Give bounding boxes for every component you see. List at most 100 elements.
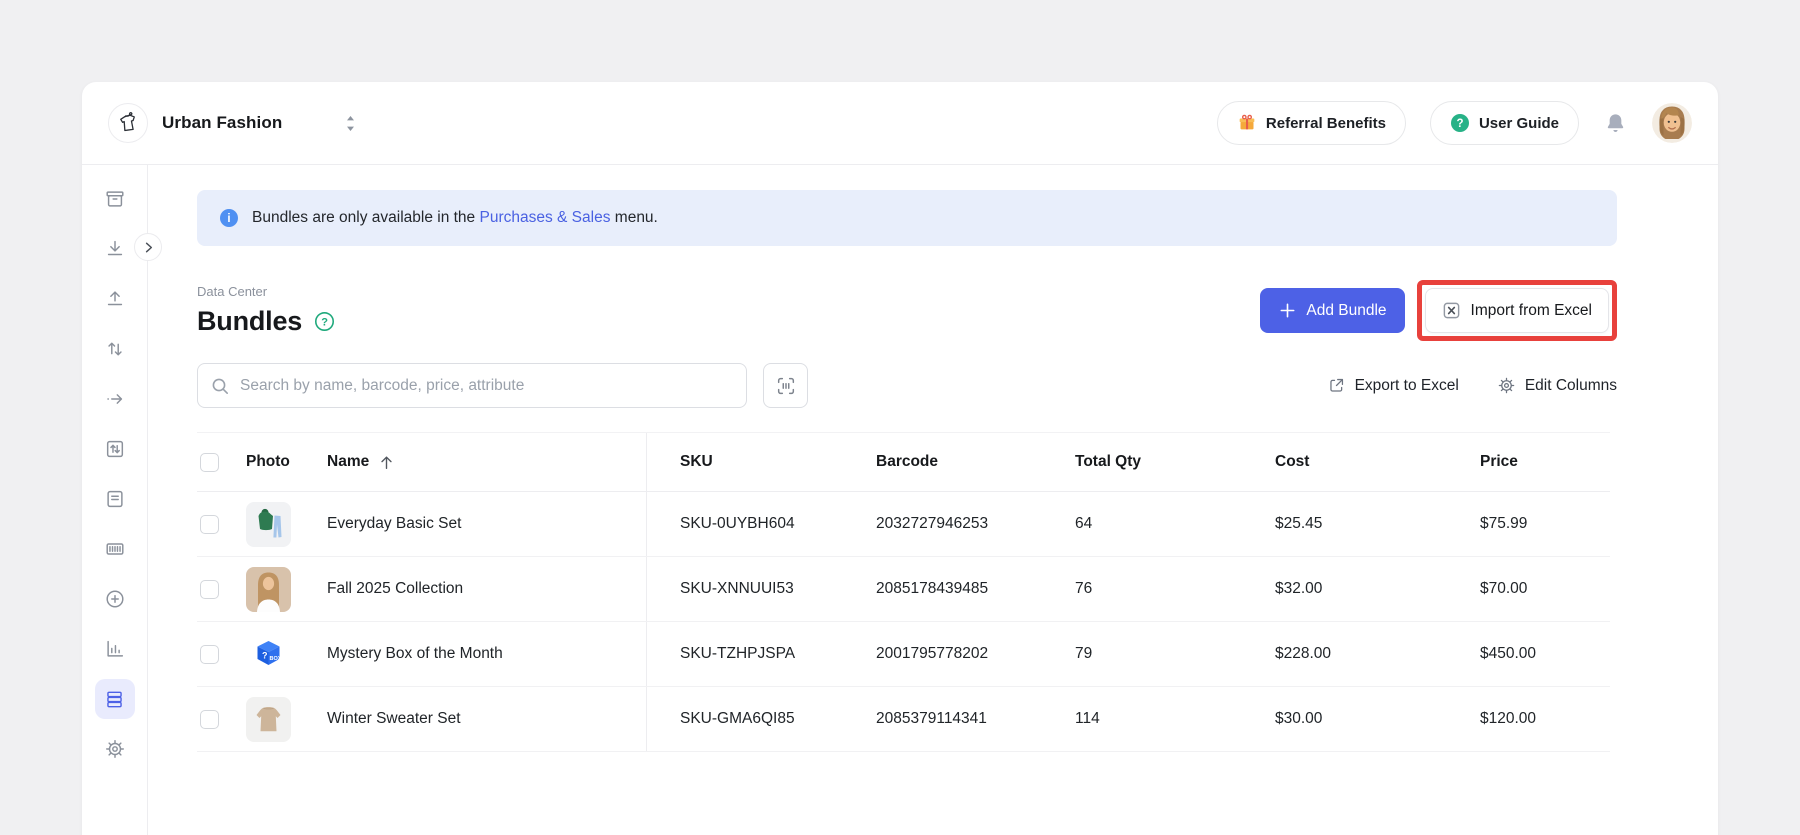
page-title: Bundles ? bbox=[197, 306, 335, 337]
question-circle-icon: ? bbox=[1450, 113, 1470, 133]
bundle-sku: SKU-XNNUUI53 bbox=[680, 580, 794, 598]
bundle-total-qty: 64 bbox=[1075, 515, 1092, 533]
bundle-cost: $32.00 bbox=[1275, 580, 1322, 598]
help-circle-icon[interactable]: ? bbox=[314, 311, 335, 332]
sidebar-item-plus-circle[interactable] bbox=[95, 579, 135, 619]
column-header-name[interactable]: Name bbox=[327, 433, 646, 491]
export-to-excel-button[interactable]: Export to Excel bbox=[1327, 376, 1459, 395]
column-header-total-qty[interactable]: Total Qty bbox=[1075, 433, 1275, 491]
bundle-barcode: 2085379114341 bbox=[876, 710, 987, 728]
sidebar-item-move-out[interactable] bbox=[95, 379, 135, 419]
table-tools: Export to Excel Edit Columns bbox=[1327, 376, 1617, 395]
edit-columns-label: Edit Columns bbox=[1525, 377, 1617, 395]
app-canvas: Urban Fashion Referral Benefits bbox=[0, 0, 1800, 835]
search-input[interactable] bbox=[197, 363, 747, 408]
green-hoodie-and-jeans-photo bbox=[246, 502, 291, 547]
info-banner: i Bundles are only available in the Purc… bbox=[197, 190, 1617, 246]
user-guide-button[interactable]: ? User Guide bbox=[1430, 101, 1579, 145]
svg-text:i: i bbox=[227, 213, 230, 225]
bundle-name: Mystery Box of the Month bbox=[327, 645, 503, 663]
select-all-checkbox[interactable] bbox=[200, 453, 219, 472]
search-icon bbox=[210, 376, 230, 396]
notifications-bell-icon[interactable] bbox=[1603, 111, 1628, 136]
bundle-sku: SKU-0UYBH604 bbox=[680, 515, 795, 533]
sidebar-expand-button[interactable] bbox=[134, 233, 162, 261]
add-bundle-label: Add Bundle bbox=[1306, 302, 1386, 320]
sidebar-item-sort-box[interactable] bbox=[95, 429, 135, 469]
export-icon bbox=[1327, 376, 1346, 395]
sort-ascending-icon bbox=[378, 454, 395, 471]
barcode-scan-button[interactable] bbox=[763, 363, 808, 408]
row-checkbox[interactable] bbox=[200, 645, 219, 664]
barcode-scan-icon bbox=[775, 375, 797, 397]
referral-benefits-label: Referral Benefits bbox=[1266, 115, 1386, 132]
up-down-selector-icon bbox=[344, 115, 357, 132]
bundle-barcode: 2001795778202 bbox=[876, 645, 988, 663]
blue-mystery-box-photo: ?BOX bbox=[246, 632, 291, 677]
store-name: Urban Fashion bbox=[162, 113, 282, 133]
column-header-cost[interactable]: Cost bbox=[1275, 433, 1480, 491]
banner-text: Bundles are only available in the Purcha… bbox=[252, 209, 658, 227]
plus-icon bbox=[1278, 301, 1297, 320]
bundle-price: $75.99 bbox=[1480, 515, 1527, 533]
sidebar-item-database[interactable] bbox=[95, 679, 135, 719]
store-logo[interactable] bbox=[108, 103, 148, 143]
svg-text:?: ? bbox=[321, 316, 328, 328]
excel-file-icon bbox=[1442, 301, 1461, 320]
database-icon bbox=[104, 689, 125, 710]
page-actions: Add Bundle Import from Excel bbox=[1260, 280, 1617, 341]
column-header-barcode[interactable]: Barcode bbox=[876, 433, 1075, 491]
sidebar-item-upload[interactable] bbox=[95, 279, 135, 319]
row-checkbox[interactable] bbox=[200, 580, 219, 599]
referral-benefits-button[interactable]: Referral Benefits bbox=[1217, 101, 1406, 145]
bundle-sku: SKU-TZHPJSPA bbox=[680, 645, 795, 663]
sidebar-item-package[interactable] bbox=[95, 179, 135, 219]
gear-icon bbox=[104, 738, 126, 760]
table-body: Everyday Basic Set SKU-0UYBH604 20327279… bbox=[197, 492, 1610, 752]
sidebar-item-bar-chart[interactable] bbox=[95, 629, 135, 669]
sidebar-item-transfer-arrows[interactable] bbox=[95, 329, 135, 369]
user-avatar[interactable] bbox=[1652, 103, 1692, 143]
bundle-total-qty: 114 bbox=[1075, 710, 1100, 728]
app-window: Urban Fashion Referral Benefits bbox=[82, 82, 1718, 835]
page-title-text: Bundles bbox=[197, 306, 302, 337]
bundles-table: Photo Name SKU Barcode Total Qty Cost Pr… bbox=[197, 432, 1610, 752]
package-icon bbox=[104, 188, 126, 210]
upload-icon bbox=[104, 288, 126, 310]
bundle-sku: SKU-GMA6QI85 bbox=[680, 710, 795, 728]
sidebar-item-barcode[interactable] bbox=[95, 529, 135, 569]
column-header-sku[interactable]: SKU bbox=[646, 433, 876, 491]
import-from-excel-button[interactable]: Import from Excel bbox=[1425, 288, 1609, 333]
sidebar-item-document[interactable] bbox=[95, 479, 135, 519]
svg-text:BOX: BOX bbox=[270, 656, 282, 662]
row-checkbox[interactable] bbox=[200, 710, 219, 729]
sidebar-item-download[interactable] bbox=[95, 229, 135, 269]
store-switcher[interactable] bbox=[344, 115, 357, 132]
table-row[interactable]: Fall 2025 Collection SKU-XNNUUI53 208517… bbox=[197, 557, 1610, 622]
edit-columns-button[interactable]: Edit Columns bbox=[1497, 376, 1617, 395]
bundle-cost: $25.45 bbox=[1275, 515, 1322, 533]
purchases-sales-link[interactable]: Purchases & Sales bbox=[480, 209, 611, 226]
table-row[interactable]: Everyday Basic Set SKU-0UYBH604 20327279… bbox=[197, 492, 1610, 557]
sidebar-item-gear[interactable] bbox=[95, 729, 135, 769]
search-wrap bbox=[197, 363, 747, 408]
gear-icon bbox=[1497, 376, 1516, 395]
table-row[interactable]: ?BOX Mystery Box of the Month SKU-TZHPJS… bbox=[197, 622, 1610, 687]
main-content: i Bundles are only available in the Purc… bbox=[197, 165, 1617, 752]
bundle-name: Fall 2025 Collection bbox=[327, 580, 463, 598]
barcode-icon bbox=[104, 538, 126, 560]
header-actions: Referral Benefits ? User Guide bbox=[1217, 101, 1692, 145]
search-row: Export to Excel Edit Columns bbox=[197, 363, 1617, 408]
column-header-price[interactable]: Price bbox=[1480, 433, 1610, 491]
add-bundle-button[interactable]: Add Bundle bbox=[1260, 288, 1404, 333]
plus-circle-icon bbox=[104, 588, 126, 610]
chevron-right-icon bbox=[141, 240, 156, 255]
bundle-cost: $228.00 bbox=[1275, 645, 1331, 663]
title-row: Data Center Bundles ? Add Bundle bbox=[197, 280, 1617, 341]
banner-text-after: menu. bbox=[615, 209, 658, 226]
info-icon: i bbox=[219, 208, 239, 228]
table-row[interactable]: Winter Sweater Set SKU-GMA6QI85 20853791… bbox=[197, 687, 1610, 752]
column-header-photo[interactable]: Photo bbox=[246, 433, 327, 491]
row-checkbox[interactable] bbox=[200, 515, 219, 534]
red-highlight-annotation: Import from Excel bbox=[1417, 280, 1617, 341]
